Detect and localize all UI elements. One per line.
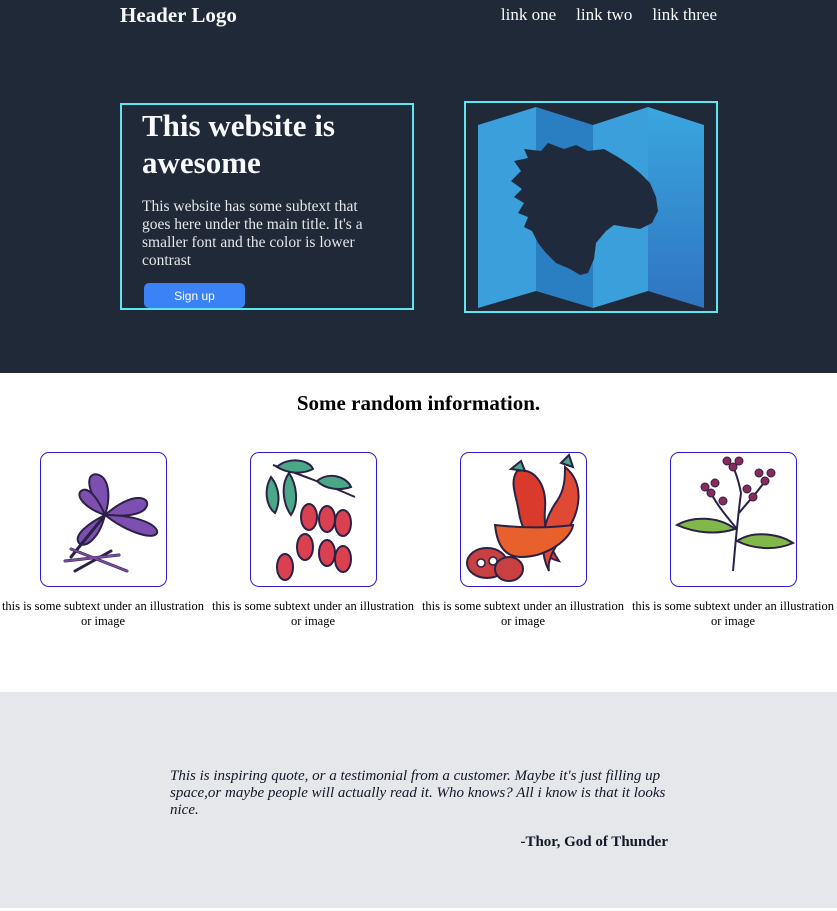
card-image-frame [670, 452, 797, 587]
nav-link-two[interactable]: link two [576, 5, 632, 25]
header-logo[interactable]: Header Logo [120, 3, 237, 28]
card-caption: this is some subtext under an illustrati… [1, 599, 205, 628]
card-caption: this is some subtext under an illustrati… [421, 599, 625, 628]
signup-button[interactable]: Sign up [144, 283, 245, 308]
lion-map-icon [478, 107, 704, 308]
nav-link-one[interactable]: link one [501, 5, 556, 25]
testimonial-quote: This is inspiring quote, or a testimonia… [170, 768, 666, 818]
info-title: Some random information. [296, 391, 541, 415]
card-caption: this is some subtext under an illustrati… [631, 599, 835, 628]
card-image-frame [40, 452, 167, 587]
saffron-flower-icon [63, 473, 159, 573]
quote-section: This is inspiring quote, or a testimonia… [0, 692, 837, 908]
hero-subtext: This website has some subtext that goes … [142, 198, 363, 269]
hero-text-box: This website is awesome This website has… [120, 103, 414, 310]
testimonial-author: -Thor, God of Thunder [520, 834, 668, 850]
hero-title: This website is awesome [142, 108, 335, 180]
hero-section: Header Logo link one link two link three… [0, 0, 837, 373]
card-image-frame [250, 452, 377, 587]
hero-image-box [464, 101, 718, 313]
card-image-frame [460, 452, 587, 587]
main-nav: link one link two link three [501, 5, 717, 25]
card-caption: this is some subtext under an illustrati… [211, 599, 415, 628]
flowering-plant-icon [674, 456, 796, 572]
chili-pepper-icon [466, 453, 580, 582]
nav-link-three[interactable]: link three [652, 5, 717, 25]
berry-branch-icon [265, 459, 356, 581]
